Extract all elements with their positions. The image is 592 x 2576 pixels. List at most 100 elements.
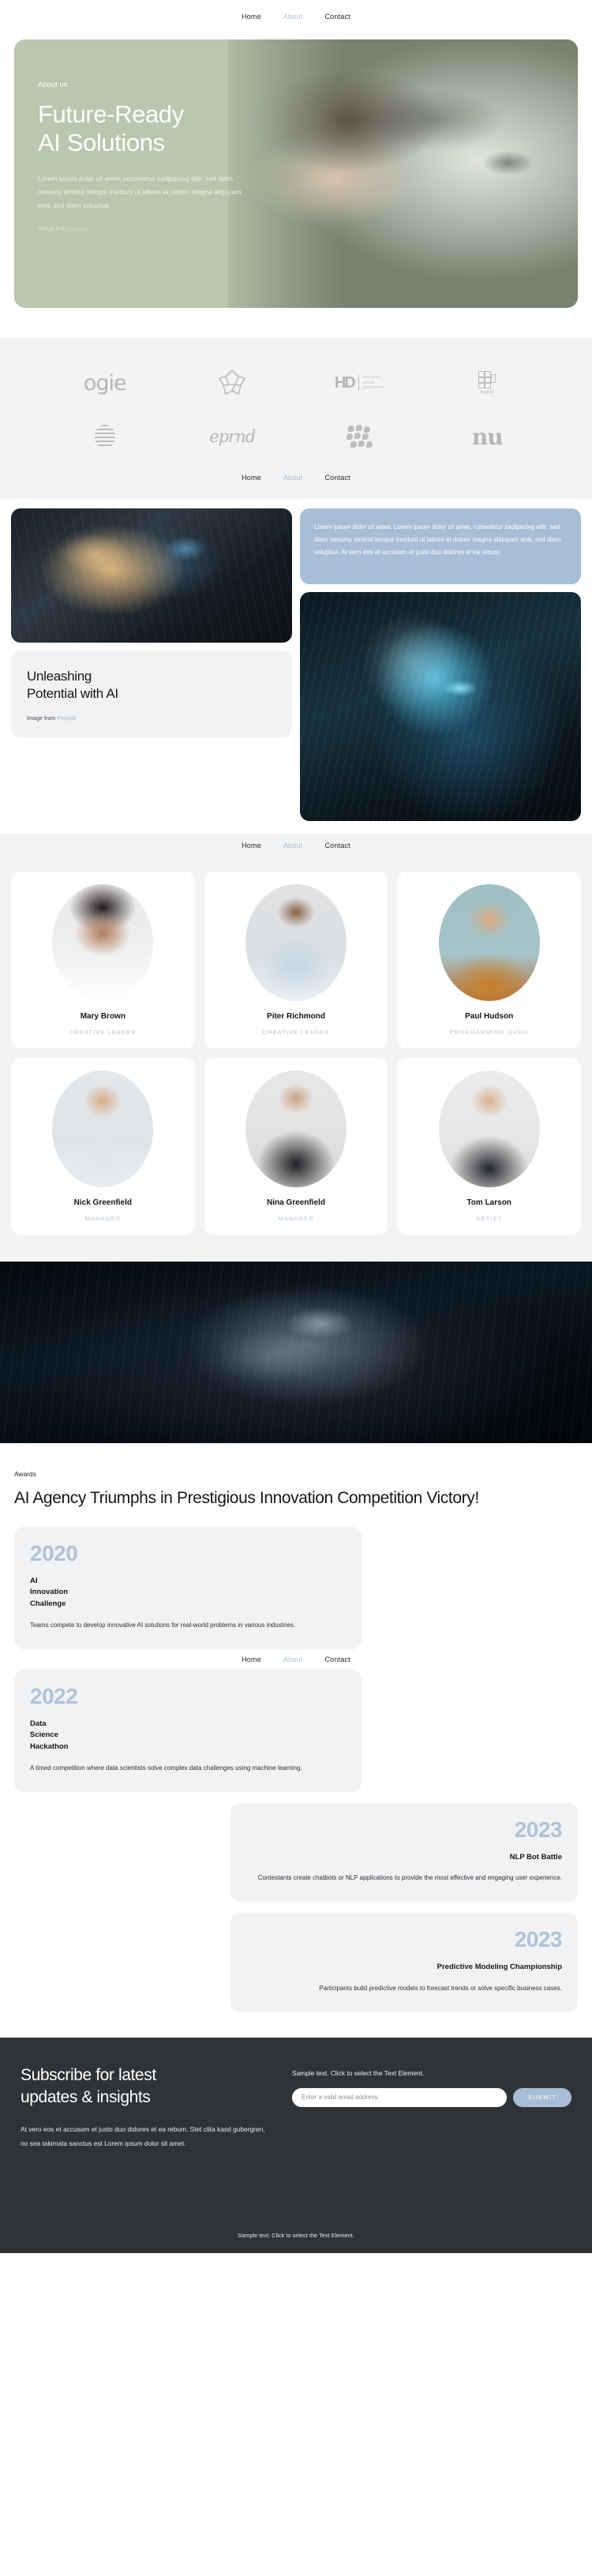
nav-item-home[interactable]: Home xyxy=(242,1655,261,1663)
logo-eprnd-label: eprnd xyxy=(209,427,256,446)
nav-item-about[interactable]: About xyxy=(283,474,303,482)
nav-item-contact[interactable]: Contact xyxy=(324,1655,350,1663)
unleash-image-credit: Image from Freepik xyxy=(27,714,276,722)
nav-item-about[interactable]: About xyxy=(283,842,303,849)
hero-card: About us Future-Ready AI Solutions Lorem… xyxy=(14,39,578,308)
logo-ogie: ogie xyxy=(83,358,127,407)
logo-nu-label: nu xyxy=(471,423,504,450)
submit-button[interactable]: SUBMIT xyxy=(513,2087,571,2107)
showcase-blue-text-card: Lorem ipsum dolor sit amet. Lorem ipsum … xyxy=(300,508,581,584)
nav-item-about[interactable]: About xyxy=(283,1655,303,1663)
team-member-card[interactable]: Mary Brown CREATIVE LEADER xyxy=(11,872,195,1048)
logo-brighto-label: brighto xyxy=(480,390,494,395)
award-year: 2023 xyxy=(514,1817,563,1842)
awards-navigation-row: Home About Contact xyxy=(14,1649,578,1670)
award-name: Data Science Hackathon xyxy=(30,1719,69,1752)
subscribe-left: Subscribe for latest updates & insights … xyxy=(21,2064,273,2150)
hero-title-line-2: AI Solutions xyxy=(38,129,165,157)
award-card: 2023 Predictive Modeling Championship Pa… xyxy=(230,1913,578,2012)
awards-navigation: Home About Contact xyxy=(14,1649,578,1670)
team-grid: Mary Brown CREATIVE LEADER Piter Richmon… xyxy=(11,872,581,1235)
award-description: Participants build predictive models to … xyxy=(319,1984,562,1992)
subscribe-section: Subscribe for latest updates & insights … xyxy=(0,2037,592,2253)
logos-navigation: Home About Contact xyxy=(0,461,592,494)
unleash-title-line-1: Unleashing xyxy=(27,669,92,684)
nav-item-about[interactable]: About xyxy=(283,13,303,21)
logo-brighto: brighto xyxy=(478,358,496,407)
nav-item-contact[interactable]: Contact xyxy=(324,13,350,21)
logo-striped-circle-icon xyxy=(94,412,115,461)
award-description: Teams compete to develop innovative AI s… xyxy=(30,1621,296,1629)
team-member-role: ARTIST xyxy=(476,1215,503,1222)
avatar xyxy=(52,1071,154,1187)
nav-item-contact[interactable]: Contact xyxy=(324,474,350,482)
nav-item-home[interactable]: Home xyxy=(242,842,261,849)
awards-section: Awards AI Agency Triumphs in Prestigious… xyxy=(0,1443,592,2012)
subscribe-title-line-2: updates & insights xyxy=(21,2088,151,2106)
award-name: AI Innovation Challenge xyxy=(30,1576,69,1609)
showcase-row: Unleashing Potential with AI Image from … xyxy=(0,508,592,821)
striped-circle-icon xyxy=(94,425,115,448)
award-card: 2023 NLP Bot Battle Contestants create c… xyxy=(230,1802,578,1903)
team-member-card[interactable]: Piter Richmond CREATIVE LEADER xyxy=(204,872,388,1048)
award-year: 2020 xyxy=(30,1540,78,1565)
logo-nu: nu xyxy=(471,412,504,461)
subscribe-note: Sample text. Click to select the Text El… xyxy=(292,2068,425,2077)
awards-eyebrow: Awards xyxy=(14,1470,36,1478)
award-year: 2023 xyxy=(514,1927,563,1952)
team-member-card[interactable]: Nick Greenfield MANAGER xyxy=(11,1058,195,1235)
hero-content: About us Future-Ready AI Solutions Lorem… xyxy=(14,39,275,232)
team-member-role: CREATIVE LEADER xyxy=(69,1029,137,1036)
unleash-card: Unleashing Potential with AI Image from … xyxy=(11,651,292,737)
avatar xyxy=(52,884,154,1001)
showcase-right-column: Lorem ipsum dolor sit amet. Lorem ipsum … xyxy=(300,508,581,821)
hero-credit-link[interactable]: Freepik xyxy=(69,225,88,232)
nav-item-contact[interactable]: Contact xyxy=(324,842,350,849)
award-name: NLP Bot Battle xyxy=(509,1852,562,1862)
team-member-card[interactable]: Nina Greenfield MANAGER xyxy=(204,1058,388,1235)
team-member-name: Mary Brown xyxy=(80,1012,126,1021)
team-member-role: PROGRAMMING GURU xyxy=(449,1029,529,1036)
award-card: 2022 Data Science Hackathon A timed comp… xyxy=(14,1669,362,1792)
hero-credit-prefix: Image from xyxy=(38,225,69,233)
logo-hd-divider xyxy=(358,375,359,391)
subscribe-title-line-1: Subscribe for latest xyxy=(21,2065,156,2084)
team-member-name: Tom Larson xyxy=(466,1198,511,1207)
nav-item-home[interactable]: Home xyxy=(242,474,261,482)
brighto-blocks-icon xyxy=(478,371,496,388)
award-description: A timed competition where data scientist… xyxy=(30,1764,302,1772)
award-description: Contestants create chatbots or NLP appli… xyxy=(257,1874,562,1882)
showcase-left-column: Unleashing Potential with AI Image from … xyxy=(11,508,292,821)
avatar xyxy=(245,884,347,1001)
team-member-name: Nina Greenfield xyxy=(267,1198,325,1207)
email-input[interactable] xyxy=(292,2087,507,2107)
team-member-name: Piter Richmond xyxy=(267,1012,325,1021)
logo-hd-label: HD xyxy=(334,373,356,392)
team-member-role: CREATIVE LEADER xyxy=(262,1029,330,1036)
team-member-card[interactable]: Paul Hudson PROGRAMMING GURU xyxy=(397,872,581,1048)
awards-title: AI Agency Triumphs in Prestigious Innova… xyxy=(14,1489,479,1507)
logo-dots-mark-icon xyxy=(346,412,373,461)
subscribe-paragraph: At vero eos et accusam et justo duo dolo… xyxy=(21,2125,265,2147)
nav-item-home[interactable]: Home xyxy=(242,13,261,21)
hero-eyebrow: About us xyxy=(38,81,68,89)
hero-title: Future-Ready AI Solutions xyxy=(38,100,275,158)
flower-mark-icon xyxy=(219,369,246,396)
avatar xyxy=(438,884,540,1001)
team-member-role: MANAGER xyxy=(278,1215,314,1222)
team-navigation: Home About Contact xyxy=(0,842,592,849)
hero-title-line-1: Future-Ready xyxy=(38,100,184,128)
logo-ogie-label: ogie xyxy=(83,370,127,396)
hero-paragraph: Lorem ipsum dolor sit amet, consetetur s… xyxy=(38,174,242,209)
unleash-credit-link[interactable]: Freepik xyxy=(57,714,76,722)
logos-section: ogie HD HOLISTIC LIFES DIRECTION brighto… xyxy=(0,338,592,499)
logo-flower-mark-icon xyxy=(216,358,248,407)
showcase-image-robot xyxy=(11,508,292,643)
award-name: Predictive Modeling Championship xyxy=(437,1963,562,1972)
subscribe-right: Sample text. Click to select the Text El… xyxy=(292,2064,571,2150)
subscribe-form: SUBMIT xyxy=(292,2087,571,2107)
team-member-card[interactable]: Tom Larson ARTIST xyxy=(397,1058,581,1235)
award-card: 2020 AI Innovation Challenge Teams compe… xyxy=(14,1526,362,1649)
team-member-name: Paul Hudson xyxy=(465,1012,514,1021)
